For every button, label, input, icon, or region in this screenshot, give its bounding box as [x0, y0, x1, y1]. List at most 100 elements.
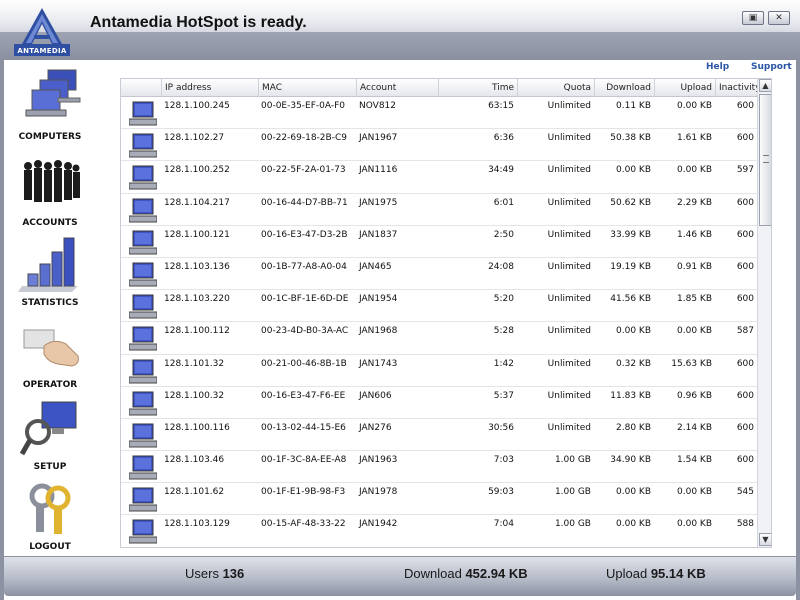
inactivity-cell: 600 — [736, 133, 754, 144]
header-icon-col — [121, 79, 161, 97]
inactivity-cell: 600 — [736, 261, 754, 272]
header-account[interactable]: Account — [356, 79, 438, 97]
time-cell: 30:56 — [488, 422, 514, 433]
scroll-down-button[interactable]: ▼ — [759, 533, 771, 546]
upload-cell: 2.29 KB — [677, 197, 712, 208]
download-cell: 0.32 KB — [616, 358, 651, 369]
download-cell: 19.19 KB — [610, 261, 651, 272]
ip-cell: 128.1.103.220 — [164, 294, 230, 305]
time-cell: 5:20 — [493, 294, 514, 305]
ip-cell: 128.1.101.62 — [164, 487, 225, 498]
time-cell: 7:03 — [493, 455, 514, 466]
table-row[interactable]: 128.1.100.116 00-13-02-44-15-E6 JAN276 30:5… — [121, 419, 757, 452]
mac-cell: 00-0E-35-EF-0A-F0 — [261, 101, 346, 111]
title-bar-reflection — [0, 32, 800, 60]
computer-icon — [129, 294, 157, 319]
nav-accounts[interactable]: ACCOUNTS — [4, 154, 96, 228]
scroll-up-button[interactable]: ▲ — [759, 79, 771, 92]
mac-cell: 00-1F-E1-9B-98-F3 — [261, 487, 346, 498]
table-row[interactable]: 128.1.101.32 00-21-00-46-8B-1B JAN1743 1:42… — [121, 355, 757, 387]
account-cell: JAN1967 — [359, 133, 398, 144]
table-row[interactable]: 128.1.100.245 00-0E-35-EF-0A-F0 NOV812 63:1… — [121, 97, 757, 130]
quota-cell: 1.00 GB — [554, 519, 591, 530]
mac-cell: 00-23-4D-B0-3A-AC — [261, 326, 349, 337]
ip-cell: 128.1.102.27 — [164, 133, 225, 144]
ip-cell: 128.1.100.252 — [164, 165, 230, 176]
mac-cell: 00-15-AF-48-33-22 — [261, 519, 346, 530]
header-quota[interactable]: Quota — [517, 79, 594, 97]
nav-operator[interactable]: OPERATOR — [4, 316, 96, 390]
header-upload[interactable]: Upload — [654, 79, 715, 97]
support-link[interactable]: Support — [751, 62, 792, 72]
time-cell: 1:42 — [493, 358, 514, 369]
nav-setup[interactable]: SETUP — [4, 398, 96, 472]
inactivity-cell: 588 — [736, 519, 754, 530]
table-row[interactable]: 128.1.103.136 00-1B-77-A8-A0-04 JAN465 24:0… — [121, 258, 757, 291]
table-row[interactable]: 128.1.100.112 00-23-4D-B0-3A-AC JAN1968 5:2… — [121, 322, 757, 355]
table-row[interactable]: 128.1.100.252 00-22-5F-2A-01-73 JAN1116 34:… — [121, 161, 757, 194]
close-button[interactable]: ✕ — [768, 11, 790, 25]
table-row[interactable]: 128.1.101.62 00-1F-E1-9B-98-F3 JAN1978 59:0… — [121, 483, 757, 516]
account-cell: JAN1963 — [359, 455, 398, 466]
logo-text: ANTAMEDIA — [17, 47, 67, 55]
download-label: Download — [404, 566, 462, 581]
inactivity-cell: 597 — [736, 165, 754, 176]
computer-icon — [129, 423, 157, 448]
account-cell: JAN1743 — [359, 358, 398, 369]
upload-cell: 15.63 KB — [671, 358, 712, 369]
inactivity-cell: 600 — [736, 197, 754, 208]
computer-icon — [129, 455, 157, 480]
table-row[interactable]: 128.1.100.32 00-16-E3-47-F6-EE JAN606 5:37 U… — [121, 387, 757, 419]
users-stat: Users 136 — [185, 566, 244, 581]
table-row[interactable]: 128.1.100.121 00-16-E3-47-D3-2B JAN1837 2:5… — [121, 226, 757, 258]
account-cell: JAN1116 — [359, 165, 398, 176]
header-time[interactable]: Time — [438, 79, 517, 97]
table-body: 128.1.100.245 00-0E-35-EF-0A-F0 NOV812 63:1… — [121, 97, 757, 547]
header-inactivity[interactable]: Inactivity — [715, 79, 761, 97]
inactivity-cell: 600 — [736, 229, 754, 240]
table-row[interactable]: 128.1.103.220 00-1C-BF-1E-6D-DE JAN1954 5:2… — [121, 290, 757, 323]
nav-statistics[interactable]: STATISTICS — [4, 234, 96, 308]
header-ip[interactable]: IP address — [161, 79, 258, 97]
quota-cell: 1.00 GB — [554, 455, 591, 466]
upload-cell: 0.91 KB — [677, 261, 712, 272]
upload-label: Upload — [606, 566, 648, 581]
computer-icon — [129, 359, 157, 383]
upload-cell: 1.61 KB — [677, 133, 712, 144]
nav-computers[interactable]: COMPUTERS — [4, 68, 96, 142]
mac-cell: 00-1C-BF-1E-6D-DE — [261, 294, 349, 305]
mac-cell: 00-22-69-18-2B-C9 — [261, 133, 347, 144]
download-stat: Download 452.94 KB — [404, 566, 528, 581]
mac-cell: 00-16-E3-47-D3-2B — [261, 229, 348, 240]
download-cell: 50.38 KB — [610, 133, 651, 144]
ip-cell: 128.1.100.116 — [164, 422, 230, 433]
inactivity-cell: 600 — [736, 455, 754, 466]
header-download[interactable]: Download — [594, 79, 654, 97]
help-link[interactable]: Help — [706, 62, 729, 72]
mac-cell: 00-13-02-44-15-E6 — [261, 422, 346, 433]
table-row[interactable]: 128.1.102.27 00-22-69-18-2B-C9 JAN1967 6:36… — [121, 129, 757, 162]
download-cell: 11.83 KB — [610, 390, 651, 401]
table-row[interactable]: 128.1.104.217 00-16-44-D7-BB-71 JAN1975 6:0… — [121, 194, 757, 226]
ip-cell: 128.1.103.136 — [164, 261, 230, 272]
upload-cell: 0.00 KB — [677, 487, 712, 498]
quota-cell: Unlimited — [547, 165, 591, 176]
mac-cell: 00-21-00-46-8B-1B — [261, 358, 347, 369]
statistics-icon — [18, 237, 78, 292]
nav-label: ACCOUNTS — [22, 218, 78, 228]
download-cell: 33.99 KB — [610, 229, 651, 240]
account-cell: JAN1978 — [359, 487, 398, 498]
setup-icon — [19, 401, 77, 456]
ip-cell: 128.1.101.32 — [164, 358, 225, 369]
vertical-scrollbar[interactable]: ▲ ▼ — [757, 79, 771, 547]
restore-button[interactable]: ▣ — [742, 11, 764, 25]
table-row[interactable]: 128.1.103.46 00-1F-3C-8A-EE-A8 JAN1963 7:03… — [121, 451, 757, 484]
quota-cell: Unlimited — [547, 101, 591, 111]
time-cell: 34:49 — [488, 165, 514, 176]
table-row[interactable]: 128.1.103.129 00-15-AF-48-33-22 JAN1942 7:0… — [121, 515, 757, 547]
operator-icon — [23, 329, 79, 367]
scroll-thumb[interactable] — [759, 94, 771, 226]
computer-icon — [129, 101, 157, 126]
header-mac[interactable]: MAC — [258, 79, 356, 97]
nav-logout[interactable]: LOGOUT — [4, 478, 96, 552]
